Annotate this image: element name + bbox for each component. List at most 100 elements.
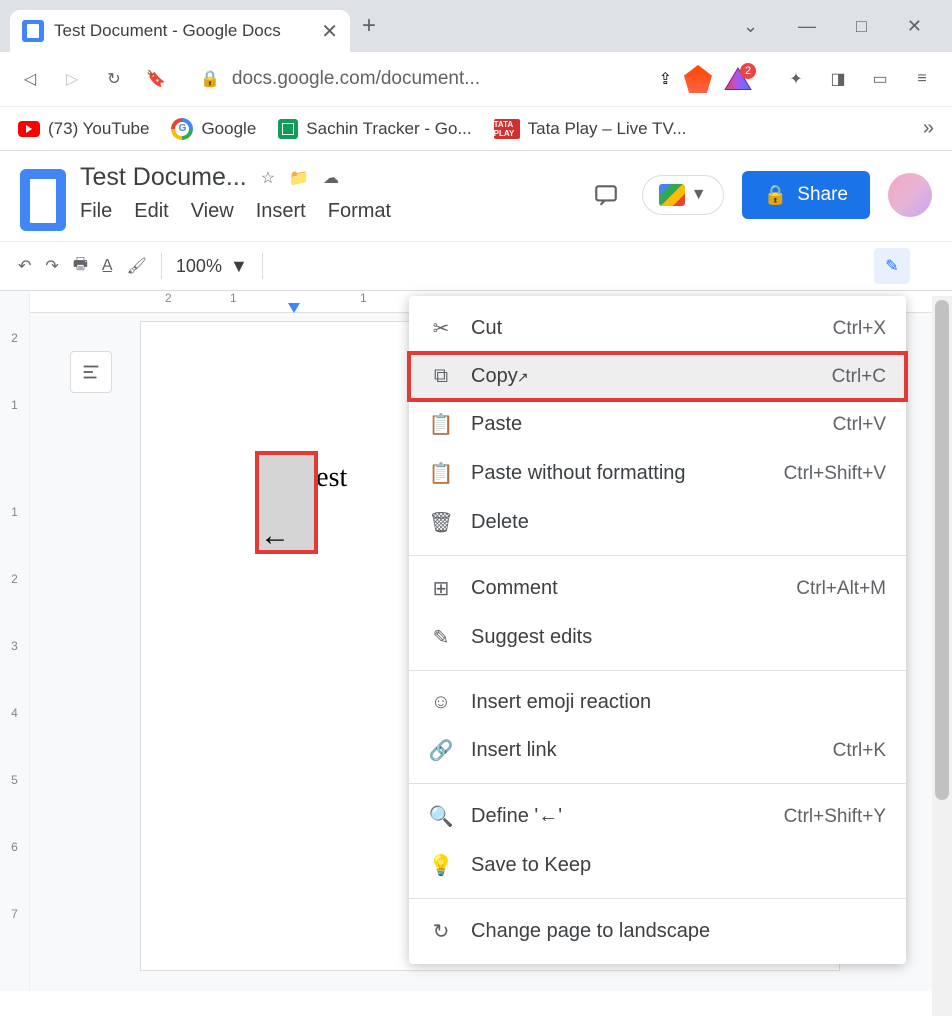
chevron-down-icon: ▼ <box>691 186 707 204</box>
menu-item-copy[interactable]: ⧉CopyCtrl+C↖ <box>409 353 906 400</box>
share-button[interactable]: 🔒 Share <box>742 171 870 219</box>
bookmark-tata[interactable]: TATA PLAY Tata Play – Live TV... <box>494 119 687 139</box>
browser-nav-bar: ◁ ▷ ↻ 🔖 🔒 docs.google.com/document... ⇪ … <box>0 52 952 107</box>
bookmark-label: Google <box>201 119 256 139</box>
docs-toolbar: ↶ ↷ 🖶 A̲ 🖌 100% ▼ ✎ <box>0 241 952 291</box>
menu-item-comment[interactable]: ⊞CommentCtrl+Alt+M <box>409 564 906 613</box>
bookmark-youtube[interactable]: (73) YouTube <box>18 119 149 139</box>
menu-item-paste-without-formatting[interactable]: 📋Paste without formattingCtrl+Shift+V <box>409 449 906 498</box>
insert-link-icon: 🔗 <box>429 738 453 763</box>
paint-format-button[interactable]: 🖌 <box>127 256 147 276</box>
minimize-button[interactable]: — <box>798 16 816 37</box>
sidepanel-icon[interactable]: ◨ <box>826 67 850 91</box>
move-icon[interactable]: 📁 <box>289 168 309 188</box>
comments-button[interactable] <box>588 177 624 213</box>
avatar[interactable] <box>888 173 932 217</box>
menu-item-suggest-edits[interactable]: ✎Suggest edits <box>409 613 906 662</box>
new-tab-button[interactable]: + <box>362 12 376 40</box>
back-button[interactable]: ◁ <box>18 67 42 91</box>
share-url-icon[interactable]: ⇪ <box>659 69 672 89</box>
bookmark-sheets[interactable]: Sachin Tracker - Go... <box>278 119 471 139</box>
browser-tab[interactable]: Test Document - Google Docs ✕ <box>10 10 350 52</box>
bookmarks-bar: (73) YouTube Google Sachin Tracker - Go.… <box>0 107 952 151</box>
scrollbar[interactable] <box>932 296 952 1016</box>
menu-view[interactable]: View <box>191 200 234 223</box>
url-bar[interactable]: 🔒 docs.google.com/document... ⇪ <box>186 65 766 93</box>
bookmark-label: Tata Play – Live TV... <box>528 119 687 139</box>
define--icon: 🔍 <box>429 804 453 829</box>
menu-icon[interactable]: ≡ <box>910 67 934 91</box>
bookmark-label: (73) YouTube <box>48 119 149 139</box>
menu-item-delete[interactable]: 🗑 Delete <box>409 498 906 547</box>
star-icon[interactable]: ☆ <box>261 168 275 188</box>
menu-label: Cut <box>471 317 815 340</box>
cursor-icon: ↖ <box>517 369 529 386</box>
menu-format[interactable]: Format <box>328 200 391 223</box>
outline-button[interactable] <box>70 351 112 393</box>
insert-emoji-reaction-icon: ☺ <box>429 691 453 714</box>
menu-item-insert-emoji-reaction[interactable]: ☺ Insert emoji reaction <box>409 679 906 726</box>
menu-label: Paste <box>471 413 815 436</box>
document-title[interactable]: Test Docume... <box>80 163 247 192</box>
wallet-icon[interactable]: ▭ <box>868 67 892 91</box>
brave-shield-icon[interactable] <box>684 65 712 93</box>
zoom-select[interactable]: 100% ▼ <box>176 256 248 277</box>
menu-item-insert-link[interactable]: 🔗Insert linkCtrl+K <box>409 726 906 775</box>
window-controls: ⌄ — □ ✕ <box>743 16 952 37</box>
menu-item-define-[interactable]: 🔍Define '←'Ctrl+Shift+Y <box>409 792 906 841</box>
spellcheck-button[interactable]: A̲ <box>102 257 113 275</box>
menu-shortcut: Ctrl+X <box>833 318 886 340</box>
scrollbar-thumb[interactable] <box>935 300 949 800</box>
separator <box>262 253 263 279</box>
redo-button[interactable]: ↷ <box>45 256 58 276</box>
menu-item-save-to-keep[interactable]: 💡 Save to Keep <box>409 841 906 890</box>
bookmark-overflow-icon[interactable]: » <box>923 117 934 140</box>
menu-insert[interactable]: Insert <box>256 200 306 223</box>
bookmark-button[interactable]: 🔖 <box>144 67 168 91</box>
maximize-button[interactable]: □ <box>856 16 867 37</box>
menu-label: Save to Keep <box>471 854 868 877</box>
brave-rewards-icon[interactable] <box>724 67 752 91</box>
tab-title: Test Document - Google Docs <box>54 21 311 41</box>
close-tab-icon[interactable]: ✕ <box>321 19 338 44</box>
menu-label: Insert link <box>471 739 815 762</box>
menu-file[interactable]: File <box>80 200 112 223</box>
paste-without-formatting-icon: 📋 <box>429 461 453 486</box>
delete-icon: 🗑 <box>429 510 453 535</box>
menu-shortcut: Ctrl+Alt+M <box>796 578 886 600</box>
menu-item-change-page-to-landscape[interactable]: ↻ Change page to landscape <box>409 907 906 956</box>
save-to-keep-icon: 💡 <box>429 853 453 878</box>
undo-button[interactable]: ↶ <box>18 256 31 276</box>
vertical-ruler: 2 1 1 2 3 4 5 6 7 <box>0 291 30 991</box>
zoom-value: 100% <box>176 256 222 277</box>
cloud-status-icon[interactable]: ☁ <box>323 168 339 188</box>
menu-item-cut[interactable]: ✂CutCtrl+X <box>409 304 906 353</box>
meet-button[interactable]: ▼ <box>642 175 724 215</box>
menu-separator <box>409 555 906 556</box>
url-text: docs.google.com/document... <box>232 68 647 90</box>
menu-separator <box>409 783 906 784</box>
docs-logo[interactable] <box>20 169 66 231</box>
forward-button[interactable]: ▷ <box>60 67 84 91</box>
youtube-icon <box>18 121 40 137</box>
bookmark-google[interactable]: Google <box>171 118 256 140</box>
copy-icon: ⧉ <box>429 365 453 388</box>
menu-item-paste[interactable]: 📋PasteCtrl+V <box>409 400 906 449</box>
print-button[interactable]: 🖶 <box>73 253 88 280</box>
menu-edit[interactable]: Edit <box>134 200 168 223</box>
menu-label: Delete <box>471 511 868 534</box>
paste-icon: 📋 <box>429 412 453 437</box>
browser-tab-strip: Test Document - Google Docs ✕ + ⌄ — □ ✕ <box>0 0 952 52</box>
menu-label: Insert emoji reaction <box>471 691 868 714</box>
editing-mode-button[interactable]: ✎ <box>874 248 910 284</box>
menu-label: Change page to landscape <box>471 920 868 943</box>
menu-label: Paste without formatting <box>471 462 766 485</box>
extensions-icon[interactable]: ✦ <box>784 67 808 91</box>
close-window-button[interactable]: ✕ <box>907 16 922 37</box>
change-page-to-landscape-icon: ↻ <box>429 919 453 944</box>
indent-marker[interactable] <box>288 303 300 313</box>
reload-button[interactable]: ↻ <box>102 67 126 91</box>
window-dropdown-icon[interactable]: ⌄ <box>743 16 758 37</box>
lock-icon: 🔒 <box>764 183 788 207</box>
bookmark-label: Sachin Tracker - Go... <box>306 119 471 139</box>
